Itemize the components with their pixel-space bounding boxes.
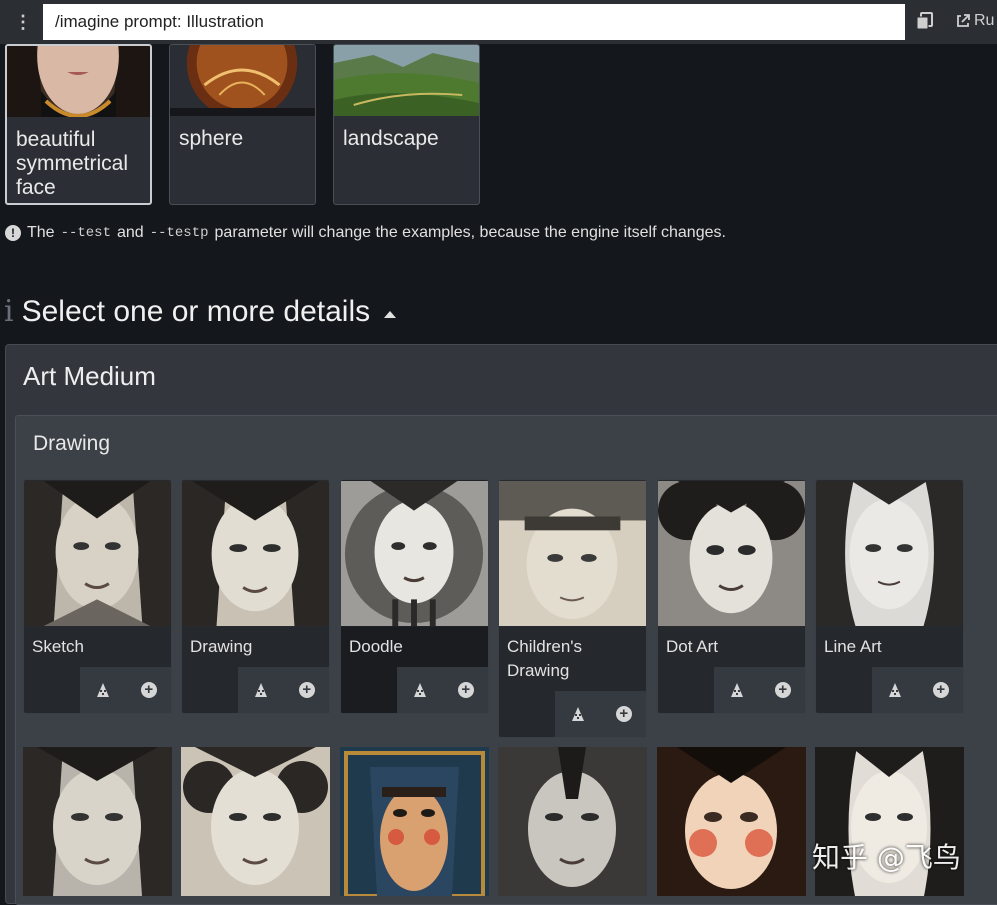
style-actions: +	[658, 667, 805, 713]
style-label: Sketch	[32, 637, 84, 656]
note-code-testp: --testp	[149, 225, 209, 241]
note-prefix: The	[27, 224, 55, 241]
add-circle-icon[interactable]: +	[774, 682, 791, 698]
add-circle-icon[interactable]: +	[457, 682, 474, 698]
example-label: beautiful symmetrical face	[16, 128, 129, 199]
drawing-title: Drawing	[33, 432, 111, 455]
example-card-sphere[interactable]: sphere	[169, 44, 316, 205]
portrait-image	[182, 480, 329, 627]
details-title: Select one or more details	[21, 294, 371, 328]
style-actions: +	[24, 667, 171, 713]
add-circle-icon[interactable]: +	[615, 706, 632, 722]
prompt-bar: ⋮ Ru	[0, 0, 997, 44]
example-image-face	[7, 46, 150, 118]
run-button[interactable]: Ru	[955, 8, 994, 34]
style-actions: +	[816, 667, 963, 713]
external-link-icon	[957, 14, 970, 27]
add-circle-icon[interactable]: +	[298, 682, 315, 698]
note-suffix: parameter will change the examples, beca…	[214, 224, 726, 241]
info-i-icon: i	[4, 294, 14, 329]
prompt-style-icon[interactable]	[411, 681, 429, 699]
example-label: sphere	[179, 127, 244, 150]
art-medium-title: Art Medium	[23, 361, 156, 391]
style-label: Drawing	[190, 637, 253, 656]
example-image-landscape	[334, 45, 479, 116]
example-card-landscape[interactable]: landscape	[333, 44, 480, 205]
note-code-test: --test	[60, 225, 111, 241]
example-label: landscape	[343, 127, 439, 150]
style-label: Children's Drawing	[507, 637, 583, 680]
watermark: 知乎 @飞鸟	[812, 841, 961, 874]
style-label: Doodle	[341, 627, 488, 667]
portrait-image-row2-4[interactable]	[498, 747, 647, 896]
engine-note: ! The --test and --testp parameter will …	[5, 224, 726, 242]
prompt-input[interactable]	[43, 4, 905, 40]
add-circle-icon[interactable]: +	[932, 682, 949, 698]
prompt-style-icon[interactable]	[252, 681, 270, 699]
portrait-image-row2-2[interactable]	[181, 747, 330, 896]
run-button-label: Ru	[974, 12, 995, 29]
portrait-image	[341, 480, 488, 627]
details-section-header[interactable]: i Select one or more details	[4, 294, 397, 329]
caret-up-icon[interactable]	[384, 311, 397, 318]
style-card-sketch[interactable]: Sketch +	[23, 479, 172, 714]
style-actions: +	[499, 691, 646, 737]
style-card-line-art[interactable]: Line Art +	[815, 479, 964, 714]
prompt-style-icon[interactable]	[94, 681, 112, 699]
style-label: Dot Art	[666, 637, 718, 656]
style-card-drawing[interactable]: Drawing +	[181, 479, 330, 714]
copy-icon[interactable]	[914, 10, 936, 32]
example-image-sphere	[170, 45, 315, 119]
note-mid: and	[117, 224, 144, 241]
style-label: Line Art	[824, 637, 882, 656]
portrait-image	[24, 480, 171, 627]
style-card-childrens-drawing[interactable]: Children's Drawing +	[498, 479, 647, 738]
portrait-image-row2-3[interactable]	[340, 747, 489, 896]
style-actions: +	[182, 667, 329, 713]
style-card-doodle[interactable]: Doodle +	[340, 479, 489, 714]
prompt-style-icon[interactable]	[569, 705, 587, 723]
portrait-image	[499, 480, 646, 627]
more-vertical-icon[interactable]: ⋮	[8, 8, 38, 36]
portrait-image-row2-1[interactable]	[23, 747, 172, 896]
info-circle-icon: !	[5, 225, 21, 241]
example-card-face[interactable]: beautiful symmetrical face	[5, 44, 152, 205]
prompt-style-icon[interactable]	[728, 681, 746, 699]
style-actions: +	[341, 667, 488, 713]
portrait-image	[658, 480, 805, 627]
portrait-image	[816, 480, 963, 627]
portrait-image-row2-5[interactable]	[657, 747, 806, 896]
prompt-style-icon[interactable]	[886, 681, 904, 699]
add-circle-icon[interactable]: +	[140, 682, 157, 698]
style-card-dot-art[interactable]: Dot Art +	[657, 479, 806, 714]
